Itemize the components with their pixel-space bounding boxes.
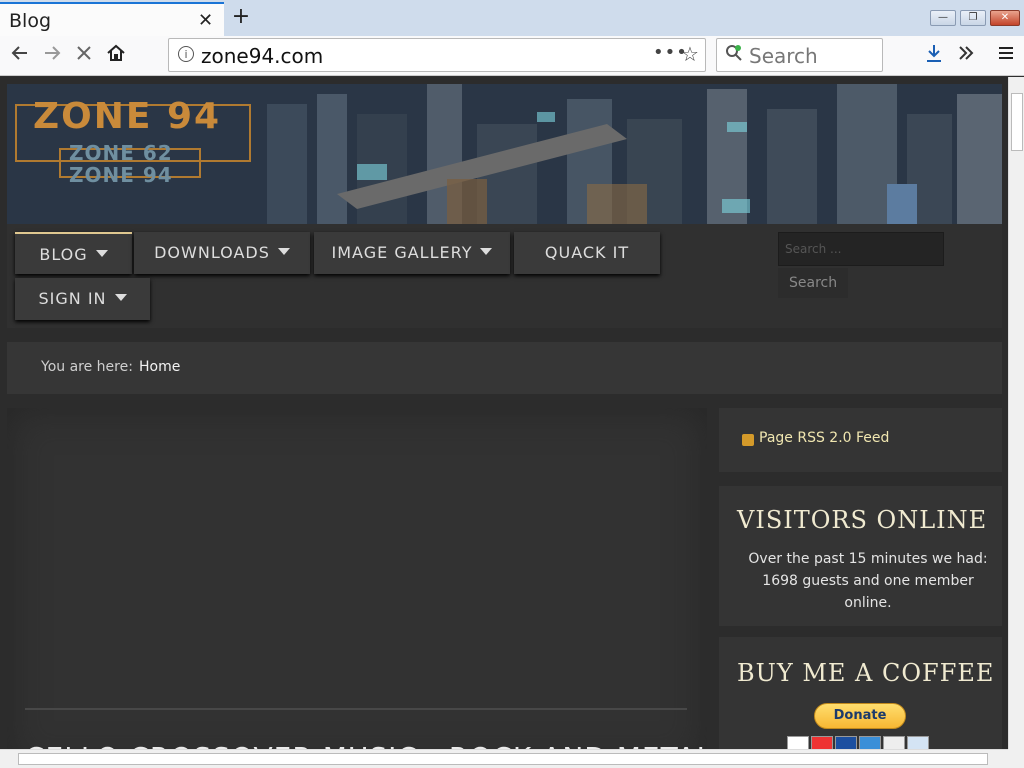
- rss-icon: [742, 434, 754, 446]
- search-placeholder: Search: [749, 44, 818, 68]
- caret-down-icon: [277, 248, 290, 255]
- overflow-chevron-icon[interactable]: [952, 42, 980, 70]
- hamburger-menu-icon[interactable]: [992, 42, 1020, 70]
- bank-card-icon: [907, 736, 929, 749]
- article-title[interactable]: CELLO CROSSOVER MUSIC - ROCK AND METAL: [25, 741, 713, 749]
- menu-item-label: BLOG: [39, 245, 88, 264]
- forward-arrow-icon[interactable]: [38, 42, 66, 70]
- caret-down-icon: [95, 250, 108, 257]
- menu-item-label: QUACK IT: [544, 243, 630, 262]
- browser-search-input[interactable]: Search: [716, 38, 883, 72]
- back-arrow-icon[interactable]: [6, 42, 34, 70]
- menu-item-label: SIGN IN: [38, 289, 107, 308]
- address-bar[interactable]: i zone94.com ••• ☆: [168, 38, 706, 72]
- horizontal-scrollbar[interactable]: [0, 749, 1008, 768]
- mastercard-icon: [811, 736, 833, 749]
- visitors-text: Over the past 15 minutes we had: 1698 gu…: [748, 551, 988, 611]
- divider: [25, 708, 687, 710]
- caret-down-icon: [480, 248, 493, 255]
- breadcrumb-home-link[interactable]: Home: [139, 359, 180, 375]
- site-menu: BLOG DOWNLOADS IMAGE GALLERY QUACK IT SI…: [7, 224, 1002, 328]
- visa-card-icon: [787, 736, 809, 749]
- stop-loading-icon[interactable]: [70, 42, 98, 70]
- web-page: ZONE 94 ZONE 62 ZONE 94 BLOG DOWNLOADS I…: [0, 77, 1008, 749]
- logo-subtitle: ZONE 94: [69, 163, 173, 187]
- bookmark-star-icon[interactable]: ☆: [681, 42, 699, 66]
- payment-cards: [787, 735, 931, 749]
- menu-item-label: IMAGE GALLERY: [331, 243, 473, 262]
- home-icon[interactable]: [102, 42, 130, 70]
- tab-close-icon[interactable]: ✕: [198, 10, 213, 31]
- search-icon: [725, 44, 743, 62]
- menu-item-image-gallery[interactable]: IMAGE GALLERY: [314, 232, 510, 274]
- horizontal-scroll-thumb[interactable]: [18, 753, 988, 765]
- site-search-placeholder: Search ...: [785, 242, 842, 256]
- menu-item-blog[interactable]: BLOG: [15, 232, 132, 274]
- coffee-module: BUY ME A COFFEE Donate: [719, 637, 1002, 749]
- window-close-button[interactable]: ✕: [990, 10, 1020, 26]
- site-search-button[interactable]: Search: [778, 268, 848, 298]
- tab-bar: Blog ✕ + — ❐ ✕: [0, 0, 1024, 36]
- breadcrumb: You are here: Home: [7, 342, 1002, 394]
- site-banner: ZONE 94 ZONE 62 ZONE 94: [7, 84, 1002, 224]
- visitors-heading: VISITORS ONLINE: [737, 506, 988, 534]
- menu-item-sign-in[interactable]: SIGN IN: [15, 278, 150, 320]
- breadcrumb-label: You are here:: [41, 359, 133, 375]
- new-tab-button[interactable]: +: [230, 4, 252, 29]
- logo-subtitle: ZONE 62: [69, 141, 173, 165]
- navigation-bar: i zone94.com ••• ☆ Search: [0, 36, 1024, 76]
- info-icon[interactable]: i: [178, 46, 194, 62]
- scroll-corner: [1008, 749, 1024, 768]
- tab-title: Blog: [9, 10, 51, 32]
- main-content: CELLO CROSSOVER MUSIC - ROCK AND METAL: [7, 408, 712, 749]
- vertical-scroll-thumb[interactable]: [1011, 93, 1023, 151]
- donate-button[interactable]: Donate: [814, 703, 906, 729]
- coffee-heading: BUY ME A COFFEE: [737, 659, 995, 687]
- visitors-module: VISITORS ONLINE Over the past 15 minutes…: [719, 486, 1002, 626]
- site-search-input[interactable]: Search ...: [778, 232, 944, 266]
- site-logo[interactable]: ZONE 94: [33, 96, 221, 137]
- minimize-button[interactable]: —: [930, 10, 956, 26]
- menu-item-downloads[interactable]: DOWNLOADS: [134, 232, 310, 274]
- vertical-scrollbar[interactable]: [1008, 77, 1024, 749]
- maestro-card-icon: [835, 736, 857, 749]
- amex-card-icon: [859, 736, 881, 749]
- restore-button[interactable]: ❐: [960, 10, 986, 26]
- menu-item-quack-it[interactable]: QUACK IT: [514, 232, 660, 274]
- browser-tab[interactable]: Blog ✕: [0, 2, 224, 36]
- menu-item-label: DOWNLOADS: [154, 243, 270, 262]
- discover-card-icon: [883, 736, 905, 749]
- caret-down-icon: [114, 294, 127, 301]
- url-text[interactable]: zone94.com: [201, 44, 323, 68]
- rss-module: Page RSS 2.0 Feed: [719, 408, 1002, 472]
- download-icon[interactable]: [920, 42, 948, 70]
- rss-feed-link[interactable]: Page RSS 2.0 Feed: [759, 430, 889, 446]
